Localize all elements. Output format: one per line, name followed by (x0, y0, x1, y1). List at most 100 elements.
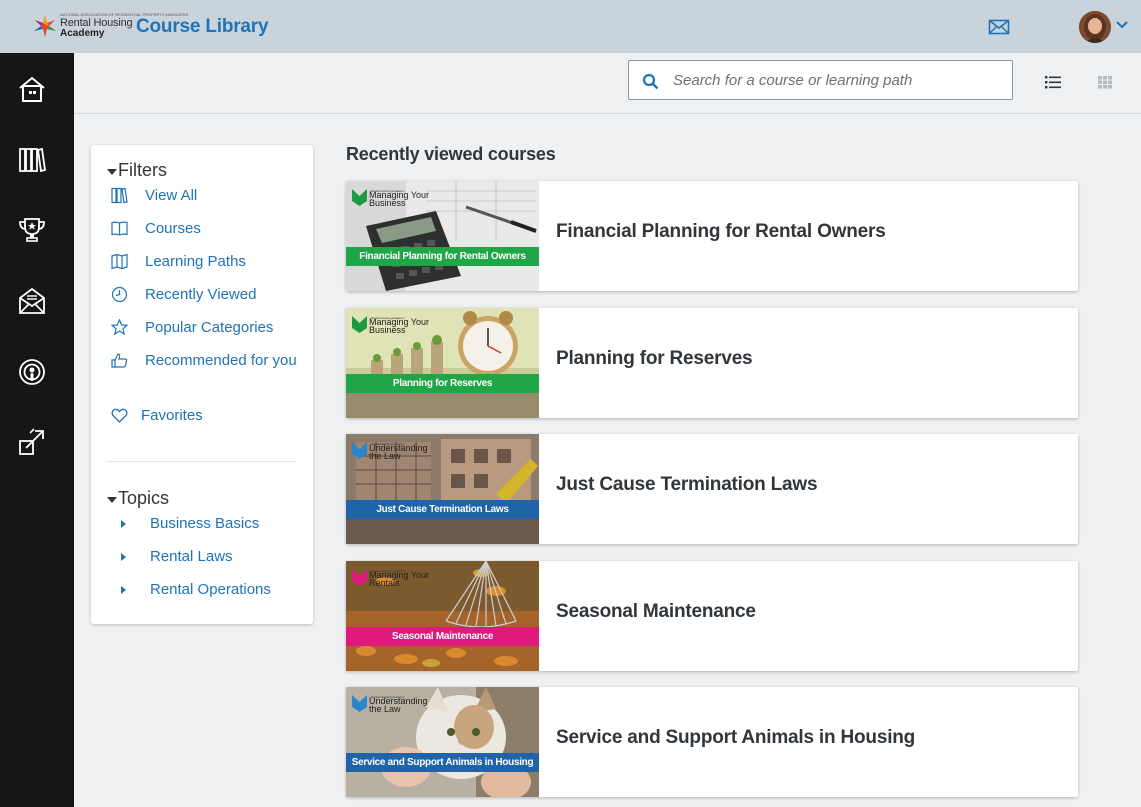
filter-popular-categories[interactable]: Popular Categories (111, 317, 301, 339)
filter-label: Recommended for you (111, 350, 301, 372)
course-thumbnail[interactable]: Rental Housing Academy Managing Your Ren… (346, 561, 539, 671)
course-category-tag: Rental Housing Academy Managing Your Ren… (352, 567, 432, 593)
filters-title: Filters (118, 160, 167, 180)
filter-recently-viewed[interactable]: Recently Viewed (111, 284, 301, 306)
topic-rental-operations[interactable]: Rental Operations (119, 579, 299, 601)
search-box[interactable] (628, 60, 1013, 100)
grid-view-icon[interactable] (1095, 72, 1115, 92)
course-card[interactable]: Rental Housing Academy Managing Your Ren… (346, 561, 1078, 671)
tag-line2: Business (369, 325, 406, 335)
star-logo-icon (34, 15, 56, 37)
filter-view-all[interactable]: View All (111, 185, 301, 207)
course-title[interactable]: Just Cause Termination Laws (556, 474, 818, 496)
search-input[interactable] (673, 69, 993, 91)
heart-icon (111, 408, 128, 423)
category-mark-icon (352, 569, 367, 586)
thumbs-up-icon (111, 353, 128, 368)
course-card[interactable]: Rental Housing Academy Managing Your Bus… (346, 181, 1078, 291)
search-icon[interactable] (642, 73, 659, 90)
topics-header[interactable]: Topics (107, 488, 169, 509)
filter-favorites[interactable]: Favorites (111, 405, 301, 427)
thumbnail-banner: Seasonal Maintenance (346, 627, 539, 646)
library-nav-button[interactable] (17, 145, 47, 175)
category-mark-icon (352, 442, 367, 459)
side-navigation (0, 53, 78, 807)
category-mark-icon (352, 316, 367, 333)
panel-divider (107, 461, 296, 462)
home-nav-button[interactable] (17, 74, 47, 104)
filter-label: Popular Categories (145, 319, 274, 336)
course-category-tag: Rental Housing Academy Managing Your Bus… (352, 314, 432, 340)
topic-rental-laws[interactable]: Rental Laws (119, 546, 299, 568)
tag-line2: Business (369, 198, 406, 208)
topic-label: Rental Laws (150, 548, 233, 565)
course-category-tag: Rental Housing Academy Understanding the… (352, 440, 432, 466)
thumbnail-banner: Planning for Reserves (346, 374, 539, 393)
course-card[interactable]: Rental Housing Academy Understanding the… (346, 434, 1078, 544)
list-view-icon[interactable] (1043, 72, 1063, 92)
tag-line2: Rentals (369, 578, 400, 588)
map-icon (111, 253, 128, 270)
envelope-open-icon (19, 287, 45, 314)
course-card[interactable]: Rental Housing Academy Managing Your Bus… (346, 308, 1078, 418)
topic-label: Rental Operations (150, 581, 271, 598)
filter-recommended[interactable]: Recommended for you (111, 350, 301, 372)
share-arrows-icon (19, 428, 44, 455)
external-links-nav-button[interactable] (17, 427, 47, 457)
mail-icon[interactable] (988, 18, 1010, 36)
caret-right-icon (121, 586, 126, 594)
thumbnail-banner: Just Cause Termination Laws (346, 500, 539, 519)
podcast-icon (19, 359, 45, 385)
tag-line2: the Law (369, 451, 401, 461)
filter-label-text: Recommended for you (145, 352, 297, 369)
podcast-nav-button[interactable] (17, 357, 47, 387)
course-thumbnail[interactable]: Rental Housing Academy Managing Your Bus… (346, 181, 539, 291)
topics-title: Topics (118, 488, 170, 508)
category-mark-icon (352, 189, 367, 206)
star-icon (111, 319, 128, 336)
filter-courses[interactable]: Courses (111, 218, 301, 240)
filters-panel: Filters View All Courses Learning Paths … (91, 145, 313, 624)
filter-label: Favorites (141, 407, 203, 424)
course-title[interactable]: Financial Planning for Rental Owners (556, 221, 886, 243)
topic-business-basics[interactable]: Business Basics (119, 513, 299, 535)
filter-label: View All (145, 187, 198, 204)
caret-down-icon (107, 168, 117, 175)
course-title[interactable]: Seasonal Maintenance (556, 601, 756, 623)
home-icon (19, 76, 45, 102)
filter-label: Recently Viewed (145, 286, 257, 303)
topic-label: Business Basics (150, 515, 260, 532)
filter-learning-paths[interactable]: Learning Paths (111, 251, 301, 273)
page-title[interactable]: Course Library (136, 16, 269, 38)
filters-header[interactable]: Filters (107, 160, 167, 181)
course-category-tag: Rental Housing Academy Managing Your Bus… (352, 187, 432, 213)
avatar[interactable] (1079, 11, 1111, 43)
top-bar: NATIONAL ASSOCIATION OF RESIDENTIAL PROP… (0, 0, 1141, 53)
course-thumbnail[interactable]: Rental Housing Academy Understanding the… (346, 434, 539, 544)
course-thumbnail[interactable]: Rental Housing Academy Managing Your Bus… (346, 308, 539, 418)
filter-label: Learning Paths (145, 253, 246, 270)
caret-down-icon (107, 496, 117, 503)
course-thumbnail[interactable]: Rental Housing Academy Understanding the… (346, 687, 539, 797)
view-all-icon (111, 187, 128, 204)
caret-right-icon (121, 553, 126, 561)
trophy-icon (19, 218, 45, 242)
messages-nav-button[interactable] (17, 286, 47, 316)
tag-line2: the Law (369, 704, 401, 714)
category-mark-icon (352, 695, 367, 712)
chevron-down-icon[interactable] (1114, 17, 1130, 33)
user-photo-icon (1079, 11, 1111, 43)
caret-right-icon (121, 520, 126, 528)
clock-icon (111, 286, 128, 303)
achievements-nav-button[interactable] (17, 215, 47, 245)
academy-logo[interactable]: NATIONAL ASSOCIATION OF RESIDENTIAL PROP… (33, 11, 188, 43)
filter-label: Courses (145, 220, 201, 237)
book-icon (111, 221, 128, 236)
course-category-tag: Rental Housing Academy Understanding the… (352, 693, 432, 719)
course-title[interactable]: Planning for Reserves (556, 348, 753, 370)
course-title[interactable]: Service and Support Animals in Housing (556, 727, 915, 749)
thumbnail-banner: Service and Support Animals in Housing (346, 753, 539, 772)
logo-text-line2: Academy (60, 28, 105, 39)
course-card[interactable]: Rental Housing Academy Understanding the… (346, 687, 1078, 797)
library-icon (19, 147, 47, 173)
